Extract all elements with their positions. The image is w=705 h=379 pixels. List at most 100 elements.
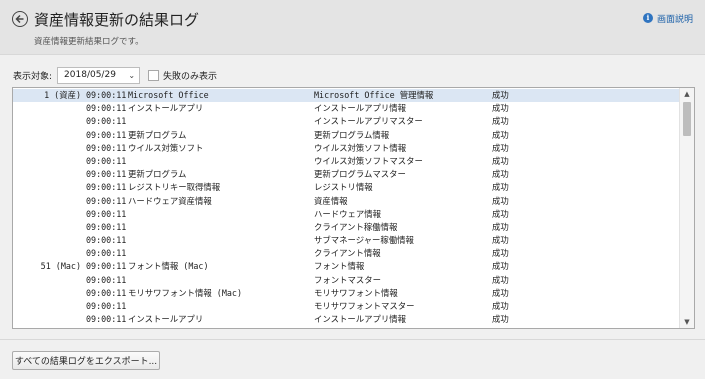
filter-bar: 表示対象: 2018/05/29 ⌄ 失敗のみ表示 (13, 66, 217, 84)
log-cell-detail: 資産情報 (314, 195, 348, 206)
log-cell-time: 09:00:11 (86, 314, 127, 325)
log-cell-detail: Microsoft Office 管理情報 (314, 90, 434, 100)
log-row[interactable]: 09:00:11 ハードウェア情報 成功 (13, 208, 681, 221)
scroll-down-icon[interactable]: ▼ (680, 316, 694, 328)
log-row[interactable]: 09:00:11 インストールアプリ インストールアプリ情報 成功 (13, 102, 681, 115)
log-row[interactable]: 09:00:11 更新プログラム 更新プログラムマスター 成功 (13, 168, 681, 181)
log-cell-status: 成功 (492, 208, 509, 219)
log-row[interactable]: 09:00:11 レジストリキー取得情報 レジストリ情報 成功 (13, 181, 681, 194)
log-cell-detail: クライアント稼働情報 (314, 221, 398, 232)
log-cell-name: インストールアプリ (128, 314, 204, 325)
page-subtitle: 資産情報更新結果ログです。 (34, 37, 144, 47)
log-cell-status: 成功 (492, 142, 509, 153)
log-cell-detail: レジストリ情報 (314, 182, 373, 193)
log-cell-time: 09:00:11 (86, 169, 127, 180)
log-cell-id: 1 (資産) (44, 90, 81, 100)
log-cell-detail: モリサワフォント情報 (314, 287, 398, 298)
log-cell-time: 09:00:11 (86, 248, 127, 259)
log-cell-name: 更新プログラム (128, 129, 187, 140)
date-select[interactable]: 2018/05/29 ⌄ (57, 66, 141, 84)
log-cell-status: 成功 (492, 314, 509, 325)
log-cell-name: Microsoft Office (128, 90, 209, 100)
log-cell-detail: ハードウェア情報 (314, 208, 381, 219)
log-cell-detail: サブマネージャー稼働情報 (314, 235, 414, 246)
log-row[interactable]: 09:00:11 サブマネージャー稼働情報 成功 (13, 234, 681, 247)
log-cell-status: 成功 (492, 221, 509, 232)
log-row[interactable]: 09:00:11 ウイルス対策ソフト ウイルス対策ソフト情報 成功 (13, 142, 681, 155)
log-row[interactable]: 09:00:11 インストールアプリマスター 成功 (13, 115, 681, 128)
filter-label: 表示対象: (13, 71, 53, 82)
log-cell-time: 09:00:11 (86, 155, 127, 166)
log-cell-time: 09:00:11 (86, 142, 127, 153)
log-cell-time: 09:00:11 (86, 182, 127, 193)
log-cell-time: 09:00:11 (86, 129, 127, 140)
log-cell-time: 09:00:11 (86, 261, 127, 272)
log-cell-status: 成功 (492, 103, 509, 114)
log-cell-status: 成功 (492, 195, 509, 206)
log-cell-status: 成功 (492, 301, 509, 311)
log-cell-time: 09:00:11 (86, 103, 127, 114)
vertical-scrollbar[interactable]: ▲ ▼ (679, 88, 694, 328)
failed-only-checkbox[interactable] (148, 69, 160, 81)
log-row[interactable]: 09:00:11 フォントマスター 成功 (13, 274, 681, 287)
log-cell-detail: フォント情報 (314, 261, 365, 272)
log-row[interactable]: 51 (Mac) 09:00:11 フォント情報 (Mac) フォント情報 成功 (13, 260, 681, 273)
log-cell-name: インストールアプリ (128, 103, 204, 114)
page-header: 資産情報更新の結果ログ 資産情報更新結果ログです。 i 画面説明 (0, 0, 705, 55)
log-row[interactable]: 09:00:11 ウイルス対策ソフトマスター 成功 (13, 155, 681, 168)
log-cell-name: 更新プログラム (128, 169, 187, 180)
info-icon: i (642, 13, 653, 23)
log-cell-detail: モリサワフォントマスター (314, 301, 415, 311)
log-cell-time: 09:00:11 (86, 274, 127, 285)
log-cell-detail: インストールアプリ情報 (314, 103, 406, 114)
date-value: 2018/05/29 (64, 70, 116, 80)
log-cell-time: 09:00:11 (86, 90, 127, 100)
log-cell-time: 09:00:11 (86, 195, 127, 206)
export-all-logs-button[interactable]: すべての結果ログをエクスポート... (12, 351, 160, 370)
log-cell-name: フォント情報 (Mac) (128, 261, 209, 272)
log-row[interactable]: 1 (資産) 09:00:11 Microsoft Office Microsoft … (13, 89, 681, 103)
log-cell-status: 成功 (492, 90, 509, 100)
log-cell-detail: ウイルス対策ソフト情報 (314, 142, 407, 153)
log-cell-detail: クライアント情報 (314, 248, 381, 259)
help-label: 画面説明 (656, 14, 693, 25)
failed-only-label[interactable]: 失敗のみ表示 (163, 69, 217, 82)
log-cell-status: 成功 (492, 169, 509, 180)
log-row[interactable]: 09:00:11 インストールアプリ インストールアプリ情報 成功 (13, 313, 681, 326)
log-cell-status: 成功 (492, 129, 509, 140)
log-cell-status: 成功 (492, 261, 509, 272)
log-cell-status: 成功 (492, 287, 509, 298)
scroll-up-icon[interactable]: ▲ (680, 88, 694, 100)
log-cell-time: 09:00:11 (86, 116, 127, 127)
chevron-down-icon: ⌄ (128, 70, 136, 80)
log-cell-status: 成功 (492, 248, 509, 259)
log-cell-id: 51 (Mac) (40, 261, 81, 272)
log-cell-name: モリサワフォント情報 (Mac) (128, 287, 243, 298)
log-row[interactable]: 09:00:11 モリサワフォントマスター 成功 (13, 300, 681, 313)
log-row[interactable]: 09:00:11 クライアント稼働情報 成功 (13, 221, 681, 234)
log-row[interactable]: 09:00:11 ハードウェア資産情報 資産情報 成功 (13, 195, 681, 208)
log-cell-time: 09:00:11 (86, 301, 127, 311)
log-cell-name: ウイルス対策ソフト (128, 142, 204, 153)
log-cell-time: 09:00:11 (86, 287, 127, 298)
log-row[interactable]: 09:00:11 クライアント情報 成功 (13, 247, 681, 260)
back-arrow-icon[interactable] (12, 11, 28, 27)
help-link[interactable]: i 画面説明 (642, 12, 693, 25)
page-title: 資産情報更新の結果ログ (34, 11, 200, 29)
log-cell-detail: フォントマスター (314, 274, 381, 285)
log-row[interactable]: 09:00:11 更新プログラム 更新プログラム情報 成功 (13, 129, 681, 142)
log-row[interactable]: 09:00:11 モリサワフォント情報 (Mac) モリサワフォント情報 成功 (13, 287, 681, 300)
log-cell-detail: インストールアプリマスター (314, 116, 423, 127)
log-cell-status: 成功 (492, 116, 509, 127)
log-cell-status: 成功 (492, 155, 509, 166)
log-cell-time: 09:00:11 (86, 235, 127, 246)
scrollbar-thumb[interactable] (683, 102, 691, 136)
log-list[interactable]: 1 (資産) 09:00:11 Microsoft Office Microsoft … (12, 87, 695, 329)
log-cell-status: 成功 (492, 182, 509, 193)
log-cell-time: 09:00:11 (86, 221, 127, 232)
footer-divider (0, 339, 705, 340)
log-cell-status: 成功 (492, 235, 509, 246)
log-cell-name: レジストリキー取得情報 (128, 182, 221, 193)
log-cell-detail: 更新プログラム情報 (314, 129, 390, 140)
log-cell-status: 成功 (492, 274, 509, 285)
